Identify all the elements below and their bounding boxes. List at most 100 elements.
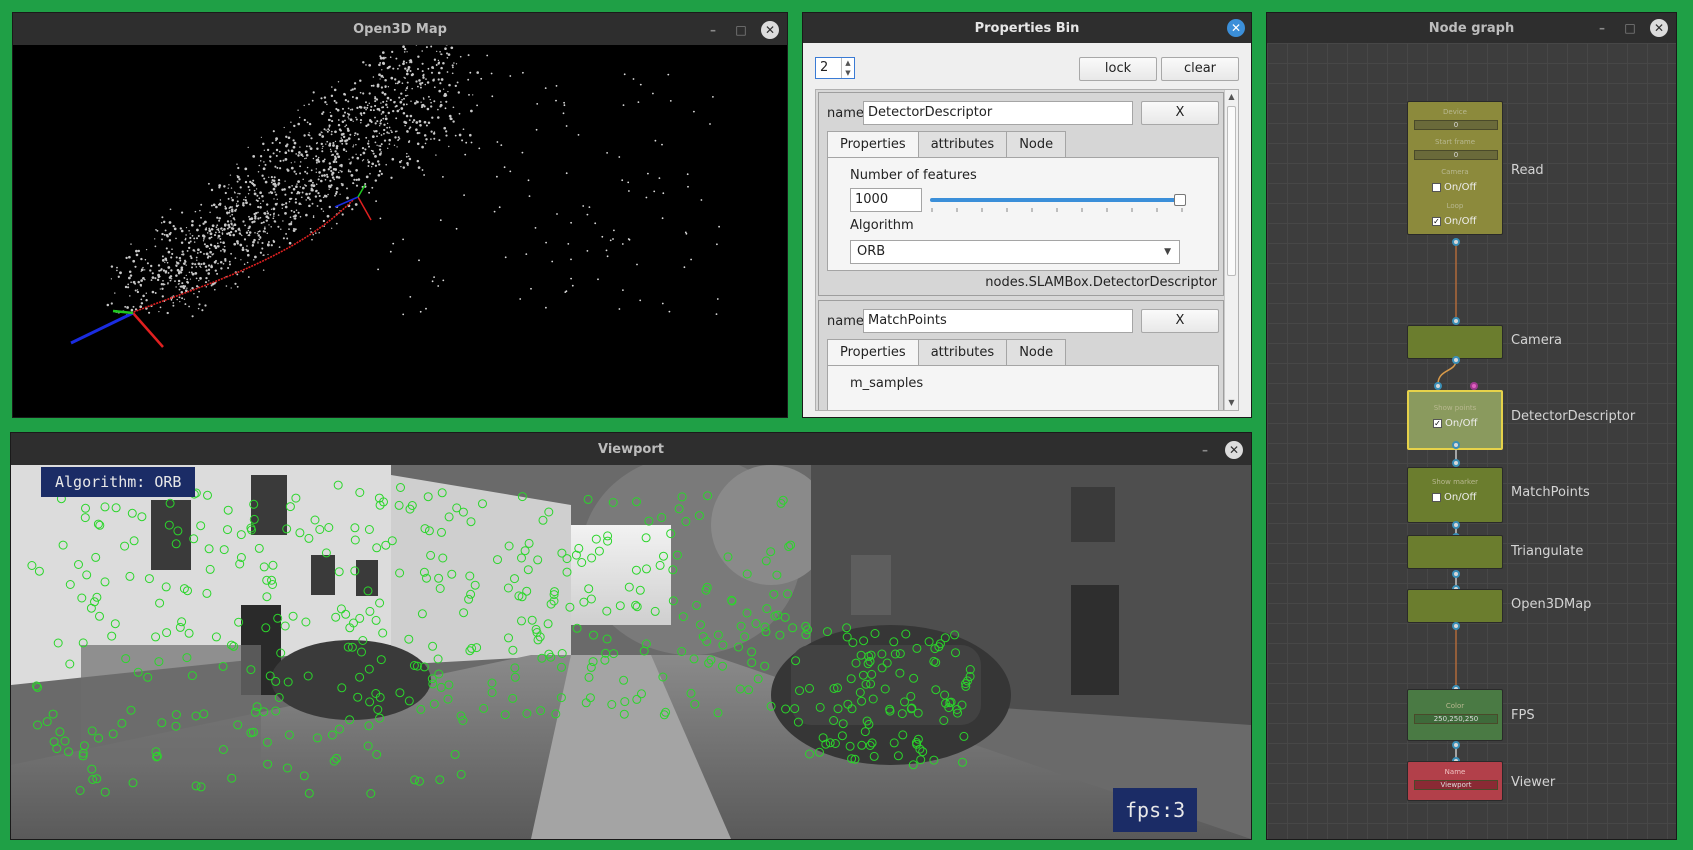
viewport-titlebar[interactable]: Viewport – ✕	[11, 433, 1251, 465]
map-point	[422, 103, 425, 106]
graph-titlebar[interactable]: Node graph – □ ✕	[1267, 13, 1676, 43]
scroll-up-icon[interactable]: ▲	[1225, 90, 1238, 104]
minimize-icon[interactable]: –	[1594, 20, 1610, 36]
show-marker-checkbox[interactable]: On/Off	[1432, 492, 1476, 503]
node-name-input[interactable]: MatchPoints	[863, 309, 1133, 333]
minimize-icon[interactable]: –	[1197, 442, 1213, 458]
keypoint-marker	[372, 750, 382, 759]
num-features-input[interactable]: 1000	[850, 188, 922, 212]
map-point	[407, 141, 410, 143]
input-port[interactable]	[1434, 382, 1442, 390]
properties-scroll-area[interactable]: name DetectorDescriptor X Properties att…	[815, 89, 1239, 411]
map-point	[371, 162, 375, 166]
map-point	[315, 158, 319, 162]
keypoint-marker	[772, 570, 782, 580]
map-point	[442, 62, 445, 65]
device-field[interactable]: 0	[1414, 120, 1498, 130]
loop-checkbox[interactable]: ✓ On/Off	[1432, 216, 1476, 227]
checkbox-checked-icon: ✓	[1432, 217, 1441, 226]
tab-node[interactable]: Node	[1006, 131, 1067, 157]
map-point	[225, 285, 228, 287]
map-point	[393, 88, 396, 91]
map-point	[341, 213, 344, 216]
map-point	[189, 278, 192, 280]
algorithm-select[interactable]: ORB ▼	[850, 240, 1180, 264]
spinbox-arrows-icon[interactable]: ▲ ▼	[841, 58, 854, 78]
keypoint-marker	[867, 738, 877, 748]
output-port[interactable]	[1452, 570, 1460, 578]
input-port[interactable]	[1452, 317, 1460, 325]
keypoint-marker	[678, 612, 688, 622]
point-cloud-canvas[interactable]	[13, 45, 787, 417]
node-label-fps: FPS	[1511, 708, 1535, 723]
camera-frame[interactable]: Algorithm: ORB fps:3	[11, 465, 1251, 839]
output-port[interactable]	[1452, 356, 1460, 364]
vertical-scrollbar[interactable]: ▲ ▼	[1224, 90, 1238, 410]
graph-node-fps[interactable]: Color 250,250,250	[1407, 689, 1503, 741]
close-icon[interactable]: ✕	[1225, 441, 1243, 459]
graph-node-open3dmap[interactable]	[1407, 589, 1503, 623]
tab-properties[interactable]: Properties	[827, 339, 919, 366]
num-features-slider[interactable]	[930, 198, 1180, 202]
map-point	[321, 150, 324, 153]
map-point	[375, 200, 377, 203]
tab-attributes[interactable]: attributes	[917, 339, 1008, 365]
map-point	[239, 186, 242, 189]
start-frame-field[interactable]: 0	[1414, 150, 1498, 160]
output-port[interactable]	[1452, 741, 1460, 749]
close-icon[interactable]: ✕	[761, 21, 779, 39]
viewer-name-field[interactable]: Viewport	[1414, 780, 1498, 790]
scroll-down-icon[interactable]: ▼	[1225, 396, 1238, 410]
color-field[interactable]: 250,250,250	[1414, 714, 1498, 724]
clear-button[interactable]: clear	[1161, 57, 1239, 81]
close-icon[interactable]: ✕	[1650, 19, 1668, 37]
maximize-icon[interactable]: □	[1622, 20, 1638, 36]
keypoint-marker	[742, 569, 752, 579]
output-port[interactable]	[1452, 441, 1460, 449]
origin-axes	[70, 309, 164, 348]
output-port[interactable]	[1452, 238, 1460, 246]
keypoint-marker	[522, 709, 532, 718]
graph-node-match-points[interactable]: Show marker On/Off	[1407, 467, 1503, 523]
graph-node-read[interactable]: Device 0 Start frame 0 Camera On/Off Loo…	[1407, 101, 1503, 235]
graph-node-triangulate[interactable]	[1407, 535, 1503, 569]
node-graph-canvas[interactable]: Device 0 Start frame 0 Camera On/Off Loo…	[1267, 43, 1676, 839]
keypoint-marker	[607, 700, 617, 709]
camera-checkbox[interactable]: On/Off	[1432, 182, 1476, 193]
map-point	[272, 217, 275, 220]
map-point	[406, 51, 408, 53]
props-titlebar[interactable]: Properties Bin ✕	[803, 13, 1251, 43]
panel-count-spinbox[interactable]: 2 ▲ ▼	[815, 57, 855, 79]
show-points-checkbox[interactable]: ✓ On/Off	[1433, 418, 1477, 429]
graph-node-camera[interactable]	[1407, 325, 1503, 359]
close-icon[interactable]: ✕	[1227, 19, 1245, 37]
map-point	[272, 187, 276, 191]
output-port[interactable]	[1452, 622, 1460, 630]
remove-panel-button[interactable]: X	[1141, 101, 1219, 125]
map-point	[339, 193, 341, 195]
lock-button[interactable]: lock	[1079, 57, 1157, 81]
input-port-secondary[interactable]	[1470, 382, 1478, 390]
map-point	[433, 58, 437, 61]
scrollbar-thumb[interactable]	[1227, 106, 1236, 276]
map-point	[203, 252, 205, 255]
tab-node[interactable]: Node	[1006, 339, 1067, 365]
keypoint-marker	[371, 615, 381, 625]
graph-node-viewer[interactable]: Name Viewport	[1407, 761, 1503, 801]
slider-handle[interactable]	[1174, 194, 1186, 206]
map-point	[411, 87, 413, 90]
tab-properties[interactable]: Properties	[827, 131, 919, 158]
minimize-icon[interactable]: –	[705, 22, 721, 38]
tab-attributes[interactable]: attributes	[917, 131, 1008, 157]
map-point	[261, 222, 263, 224]
keypoint-marker	[565, 602, 575, 612]
maximize-icon[interactable]: □	[733, 22, 749, 38]
output-port[interactable]	[1452, 521, 1460, 529]
input-port[interactable]	[1452, 459, 1460, 467]
map-point	[208, 227, 211, 230]
node-name-input[interactable]: DetectorDescriptor	[863, 101, 1133, 125]
map-titlebar[interactable]: Open3D Map – □ ✕	[13, 13, 787, 45]
remove-panel-button[interactable]: X	[1141, 309, 1219, 333]
map-point	[290, 191, 293, 194]
name-label: name	[827, 106, 864, 121]
